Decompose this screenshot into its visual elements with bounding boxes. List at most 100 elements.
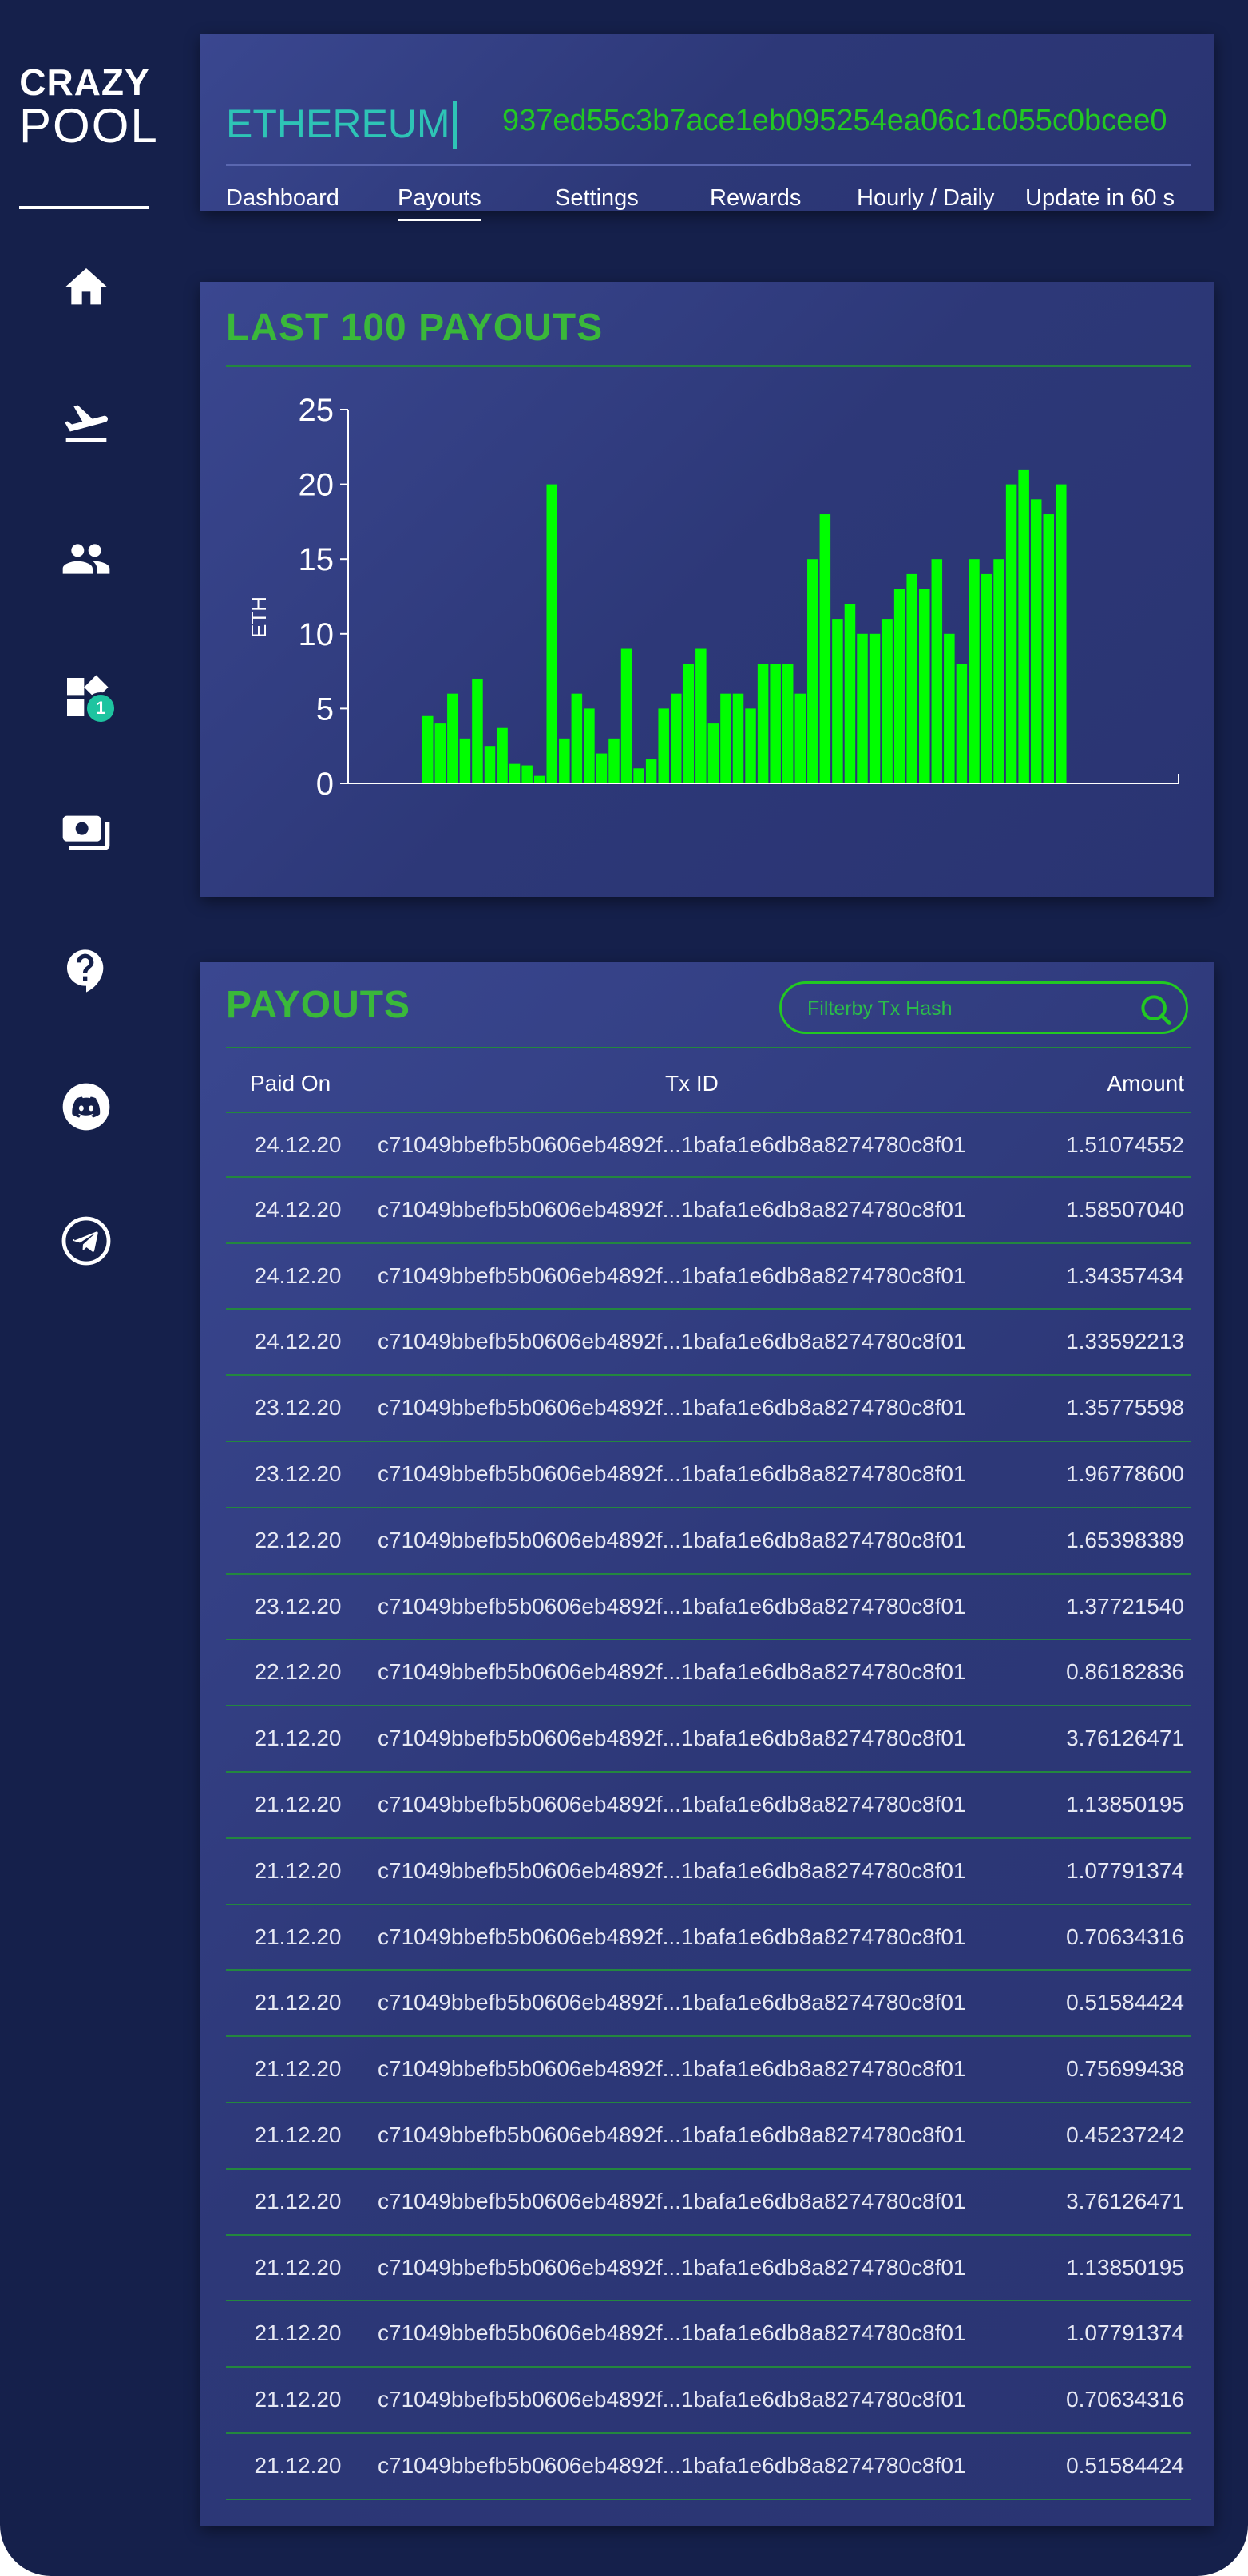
discord-icon [62,1083,110,1131]
paid-on-cell: 22.12.20 [254,1527,342,1552]
amount-cell: 0.51584424 [1066,1990,1184,2015]
tx-id-cell[interactable]: c71049bbefb5b0606eb4892f...1bafa1e6db8a8… [378,1990,966,2015]
table-row[interactable]: 21.12.20 c71049bbefb5b0606eb4892f...1bafa… [226,2037,1191,2103]
y-tick-label: 25 [299,393,335,428]
amount-cell: 0.45237242 [1066,2122,1184,2147]
sidebar-item-widgets[interactable]: 1 [54,665,118,729]
column-header-paid-on[interactable]: Paid On [250,1071,331,1096]
logo[interactable]: CRAZY POOL [19,62,157,150]
sidebar-item-home[interactable] [54,256,118,319]
bar [546,484,557,783]
table-row[interactable]: 23.12.20 c71049bbefb5b0606eb4892f...1bafa… [226,1575,1191,1641]
notification-badge: 1 [85,692,117,724]
tx-id-cell[interactable]: c71049bbefb5b0606eb4892f...1bafa1e6db8a8… [378,1858,966,1884]
tab-rewards[interactable]: Rewards [710,185,801,212]
table-row[interactable]: 21.12.20 c71049bbefb5b0606eb4892f...1bafa… [226,2170,1191,2236]
amount-cell: 1.13850195 [1066,1791,1184,1817]
tx-id-cell[interactable]: c71049bbefb5b0606eb4892f...1bafa1e6db8a8… [378,2255,966,2281]
column-header-amount[interactable]: Amount [1107,1071,1185,1096]
tx-id-cell[interactable]: c71049bbefb5b0606eb4892f...1bafa1e6db8a8… [378,1594,966,1619]
table-row[interactable]: 21.12.20 c71049bbefb5b0606eb4892f...1bafa… [226,2301,1191,2368]
sidebar-item-telegram[interactable] [54,1209,118,1273]
sidebar-item-help[interactable] [54,939,118,1003]
table-row[interactable]: 21.12.20 c71049bbefb5b0606eb4892f...1bafa… [226,2434,1191,2500]
help-icon [67,949,104,993]
tx-id-cell[interactable]: c71049bbefb5b0606eb4892f...1bafa1e6db8a8… [378,1329,966,1354]
bar [1030,499,1042,783]
tx-hash-search-input[interactable] [806,992,1128,1025]
paid-on-cell: 24.12.20 [254,1196,342,1222]
tx-id-cell[interactable]: c71049bbefb5b0606eb4892f...1bafa1e6db8a8… [378,1659,966,1685]
table-row[interactable]: 22.12.20 c71049bbefb5b0606eb4892f...1bafa… [226,1640,1191,1707]
table-row[interactable]: 23.12.20 c71049bbefb5b0606eb4892f...1bafa… [226,1442,1191,1508]
table-row[interactable]: 21.12.20 c71049bbefb5b0606eb4892f...1bafa… [226,2103,1191,2170]
paid-on-cell: 21.12.20 [254,1990,342,2015]
table-row[interactable]: 24.12.20 c71049bbefb5b0606eb4892f...1bafa… [226,1112,1191,1178]
amount-cell: 0.75699438 [1066,2056,1184,2082]
tab-settings[interactable]: Settings [555,185,639,212]
table-row[interactable]: 22.12.20 c71049bbefb5b0606eb4892f...1bafa… [226,1508,1191,1575]
table-row[interactable]: 24.12.20 c71049bbefb5b0606eb4892f...1bafa… [226,1244,1191,1310]
tx-id-cell[interactable]: c71049bbefb5b0606eb4892f...1bafa1e6db8a8… [378,1792,966,1817]
bar [757,664,769,783]
column-header-tx-id[interactable]: Tx ID [665,1071,719,1096]
tab-payouts[interactable]: Payouts [398,185,481,221]
bar [658,708,669,783]
bar [969,559,980,783]
payouts-bar-chart: 0 5 10 15 20 25 ETH [247,393,1179,802]
table-row[interactable]: 21.12.20 c71049bbefb5b0606eb4892f...1bafa… [226,2236,1191,2302]
paid-on-cell: 21.12.20 [254,2254,342,2280]
amount-cell: 1.07791374 [1066,2320,1184,2346]
bar [497,727,508,783]
chart-panel: LAST 100 PAYOUTS 0 5 10 15 20 25 ETH [200,282,1214,897]
table-row[interactable]: 21.12.20 c71049bbefb5b0606eb4892f...1bafa… [226,1839,1191,1905]
tx-id-cell[interactable]: c71049bbefb5b0606eb4892f...1bafa1e6db8a8… [378,1461,966,1487]
bar [521,765,533,783]
sidebar-item-workers[interactable] [54,527,118,591]
tab-hourly-daily[interactable]: Hourly / Daily [857,185,994,212]
paid-on-cell: 21.12.20 [254,2387,342,2412]
header-panel: ETHEREUM 937ed55c3b7ace1eb095254ea06c1c0… [200,34,1214,221]
tx-id-cell[interactable]: c71049bbefb5b0606eb4892f...1bafa1e6db8a8… [378,1132,966,1158]
tx-id-cell[interactable]: c71049bbefb5b0606eb4892f...1bafa1e6db8a8… [378,2189,966,2214]
sidebar-item-flights[interactable] [54,391,118,455]
tx-id-cell[interactable]: c71049bbefb5b0606eb4892f...1bafa1e6db8a8… [378,2056,966,2082]
y-tick-label: 15 [299,542,335,577]
table-row[interactable]: 23.12.20 c71049bbefb5b0606eb4892f...1bafa… [226,1376,1191,1442]
tx-id-cell[interactable]: c71049bbefb5b0606eb4892f...1bafa1e6db8a8… [378,2453,966,2479]
bar [459,738,471,783]
table-row[interactable]: 24.12.20 c71049bbefb5b0606eb4892f...1bafa… [226,1178,1191,1244]
tx-id-cell[interactable]: c71049bbefb5b0606eb4892f...1bafa1e6db8a8… [378,2122,966,2148]
bar [893,589,905,783]
tx-id-cell[interactable]: c71049bbefb5b0606eb4892f...1bafa1e6db8a8… [378,1395,966,1421]
bar [770,664,781,783]
sidebar-item-payments[interactable] [54,801,118,865]
y-tick-label: 0 [316,767,334,802]
tab-dashboard[interactable]: Dashboard [226,185,339,212]
title-separator [453,101,457,149]
tx-id-cell[interactable]: c71049bbefb5b0606eb4892f...1bafa1e6db8a8… [378,1528,966,1553]
amount-cell: 1.58507040 [1066,1196,1184,1222]
table-row[interactable]: 24.12.20 c71049bbefb5b0606eb4892f...1bafa… [226,1310,1191,1377]
bar [533,775,545,783]
bar [707,723,719,783]
search-icon[interactable] [1138,992,1173,1027]
table-row[interactable]: 21.12.20 c71049bbefb5b0606eb4892f...1bafa… [226,2368,1191,2434]
sidebar-item-discord[interactable] [54,1075,118,1139]
tx-id-cell[interactable]: c71049bbefb5b0606eb4892f...1bafa1e6db8a8… [378,1263,966,1289]
table-row[interactable]: 21.12.20 c71049bbefb5b0606eb4892f...1bafa… [226,1706,1191,1773]
amount-cell: 1.34357434 [1066,1262,1184,1288]
bar [1018,469,1029,783]
tx-id-cell[interactable]: c71049bbefb5b0606eb4892f...1bafa1e6db8a8… [378,1726,966,1751]
tx-id-cell[interactable]: c71049bbefb5b0606eb4892f...1bafa1e6db8a8… [378,1924,966,1950]
tx-id-cell[interactable]: c71049bbefb5b0606eb4892f...1bafa1e6db8a8… [378,1197,966,1223]
tx-id-cell[interactable]: c71049bbefb5b0606eb4892f...1bafa1e6db8a8… [378,2387,966,2412]
table-row[interactable]: 21.12.20 c71049bbefb5b0606eb4892f...1bafa… [226,1773,1191,1839]
tx-id-cell[interactable]: c71049bbefb5b0606eb4892f...1bafa1e6db8a8… [378,2320,966,2346]
payouts-title-divider [226,1047,1191,1048]
table-row[interactable]: 21.12.20 c71049bbefb5b0606eb4892f...1bafa… [226,1971,1191,2038]
bar [484,746,496,783]
payments-icon [62,815,110,850]
bar [882,619,893,783]
table-row[interactable]: 21.12.20 c71049bbefb5b0606eb4892f...1bafa… [226,1905,1191,1972]
